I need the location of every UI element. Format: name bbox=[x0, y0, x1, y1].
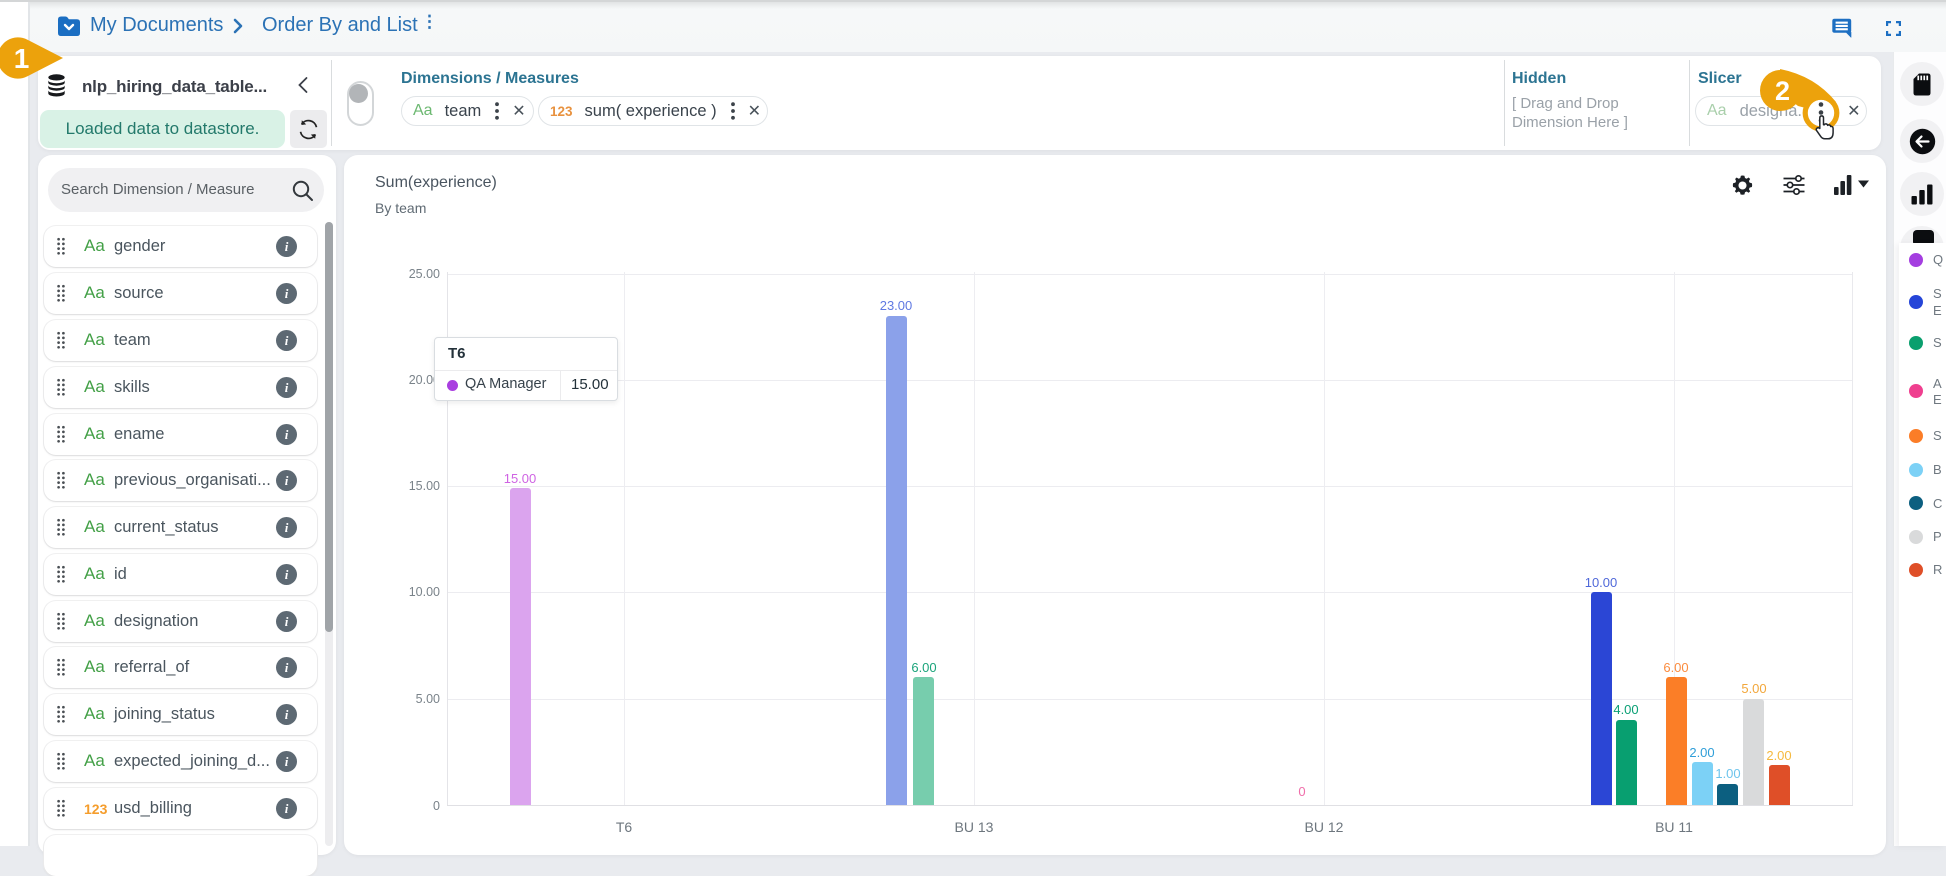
svg-text:2: 2 bbox=[1775, 76, 1790, 106]
svg-text:1: 1 bbox=[14, 43, 30, 74]
